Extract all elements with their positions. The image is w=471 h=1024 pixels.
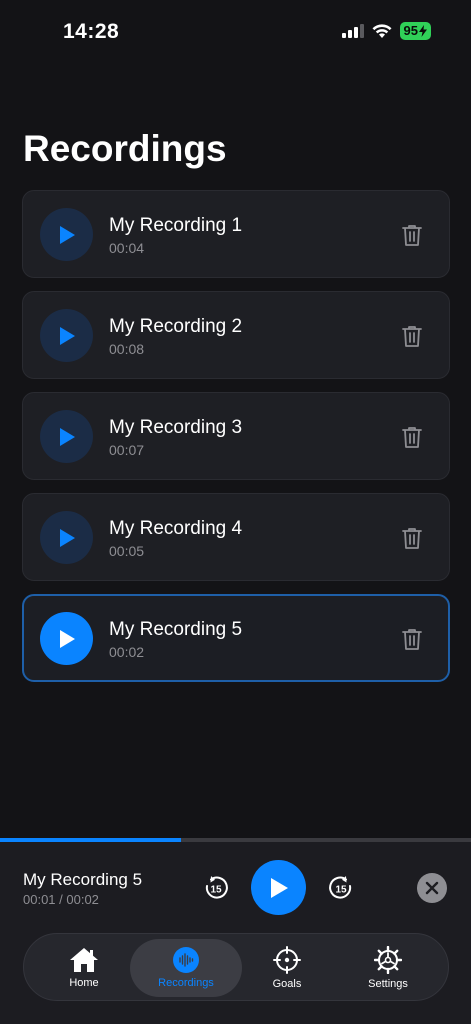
tab-label: Goals bbox=[272, 978, 302, 990]
recording-card[interactable]: My Recording 1 00:04 bbox=[22, 190, 450, 278]
charging-bolt-icon bbox=[419, 25, 427, 37]
main-play-button[interactable] bbox=[251, 860, 306, 915]
play-icon bbox=[59, 326, 75, 345]
now-playing-title: My Recording 5 bbox=[23, 870, 143, 889]
tab-label: Home bbox=[69, 977, 99, 989]
play-button[interactable] bbox=[40, 511, 93, 564]
recording-card[interactable]: My Recording 4 00:05 bbox=[22, 493, 450, 581]
recording-name: My Recording 3 bbox=[109, 417, 243, 438]
recording-duration: 00:04 bbox=[109, 240, 145, 256]
play-button[interactable] bbox=[40, 309, 93, 362]
status-time: 14:28 bbox=[63, 20, 120, 43]
battery-level: 95 bbox=[403, 23, 418, 38]
tab-label: Settings bbox=[368, 978, 408, 990]
tab-goals[interactable]: Goals bbox=[242, 939, 332, 997]
recording-name: My Recording 4 bbox=[109, 518, 243, 539]
close-icon bbox=[425, 881, 439, 895]
recording-name: My Recording 2 bbox=[109, 316, 243, 337]
play-icon bbox=[59, 427, 75, 446]
close-player-button[interactable] bbox=[417, 873, 447, 903]
battery-indicator: 95 bbox=[399, 22, 431, 40]
play-icon bbox=[59, 528, 75, 547]
wifi-icon bbox=[372, 23, 392, 38]
skip-forward-15-icon[interactable]: 15 bbox=[328, 875, 354, 901]
now-playing-time: 00:01 / 00:02 bbox=[23, 892, 99, 907]
recording-card[interactable]: My Recording 3 00:07 bbox=[22, 392, 450, 480]
status-icons: 95 bbox=[341, 22, 431, 40]
scope-icon bbox=[273, 946, 301, 974]
recording-duration: 00:02 bbox=[109, 644, 145, 660]
trash-icon[interactable] bbox=[402, 628, 422, 650]
page-title: Recordings bbox=[23, 128, 227, 169]
house-icon bbox=[70, 948, 98, 972]
recording-duration: 00:08 bbox=[109, 341, 145, 357]
play-button[interactable] bbox=[40, 208, 93, 261]
recording-name: My Recording 1 bbox=[109, 215, 243, 236]
recording-card-active[interactable]: My Recording 5 00:02 bbox=[22, 594, 450, 682]
waveform-icon bbox=[173, 947, 199, 973]
status-bar: 14:28 95 bbox=[0, 0, 471, 60]
tab-recordings[interactable]: Recordings bbox=[130, 939, 242, 997]
tab-home[interactable]: Home bbox=[36, 939, 132, 997]
recording-name: My Recording 5 bbox=[109, 619, 243, 640]
skip-back-label: 15 bbox=[210, 885, 222, 896]
play-button[interactable] bbox=[40, 410, 93, 463]
tab-label: Recordings bbox=[158, 977, 214, 989]
recording-duration: 00:07 bbox=[109, 442, 145, 458]
trash-icon[interactable] bbox=[402, 224, 422, 246]
trash-icon[interactable] bbox=[402, 426, 422, 448]
trash-icon[interactable] bbox=[402, 325, 422, 347]
mini-player: My Recording 5 00:01 / 00:02 15 15 Home bbox=[0, 842, 471, 1024]
tab-bar: Home Recordings Goals Settings bbox=[23, 933, 449, 1001]
cellular-signal-icon bbox=[341, 24, 364, 38]
gear-icon bbox=[374, 946, 402, 974]
recordings-list: My Recording 1 00:04 My Recording 2 00:0… bbox=[22, 190, 450, 695]
tab-settings[interactable]: Settings bbox=[342, 939, 434, 997]
recording-duration: 00:05 bbox=[109, 543, 145, 559]
play-icon bbox=[59, 225, 75, 244]
skip-forward-label: 15 bbox=[335, 885, 347, 896]
recording-card[interactable]: My Recording 2 00:08 bbox=[22, 291, 450, 379]
play-button[interactable] bbox=[40, 612, 93, 665]
play-icon bbox=[59, 629, 75, 648]
trash-icon[interactable] bbox=[402, 527, 422, 549]
play-icon bbox=[270, 877, 288, 898]
skip-back-15-icon[interactable]: 15 bbox=[203, 875, 229, 901]
